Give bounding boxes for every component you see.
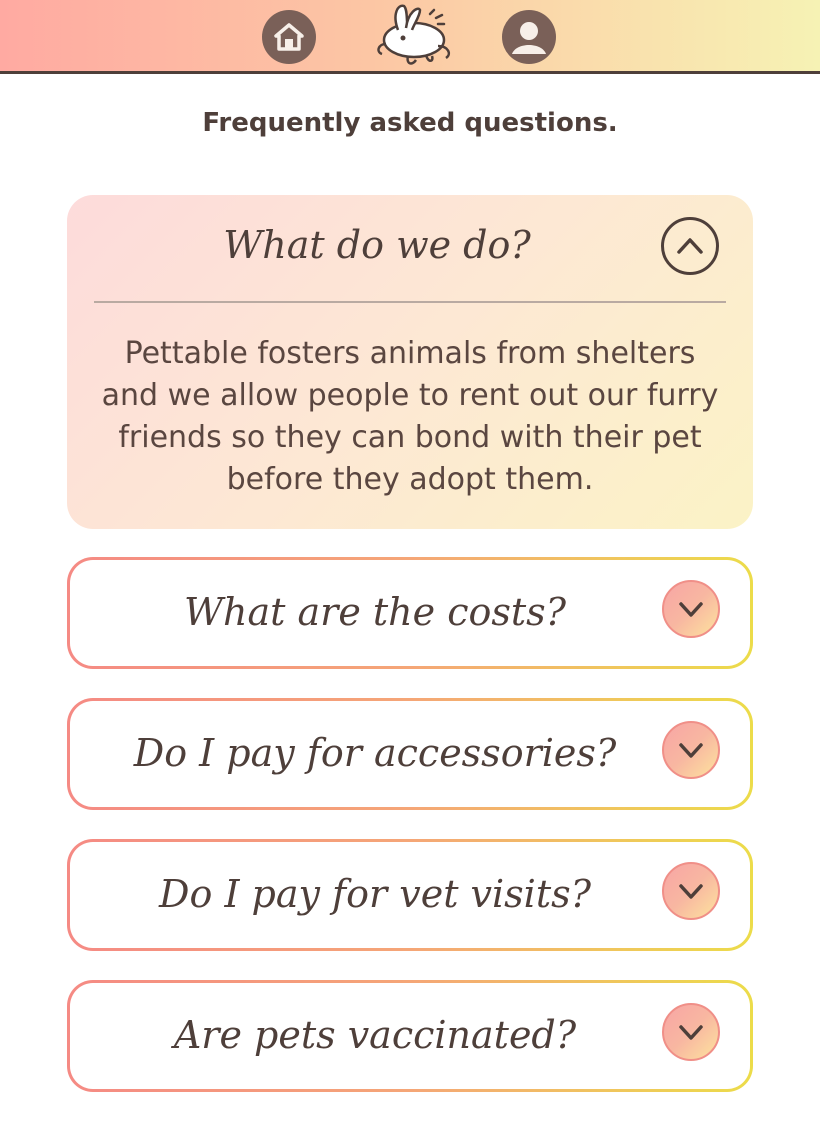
expand-button[interactable] — [662, 721, 720, 779]
bunny-logo-icon — [377, 4, 450, 65]
faq-item[interactable]: Do I pay for accessories? — [67, 698, 753, 810]
faq-question[interactable]: What do we do? — [67, 223, 687, 267]
home-button[interactable] — [262, 10, 316, 64]
chevron-down-icon — [679, 602, 703, 617]
user-icon — [512, 22, 546, 54]
expand-button[interactable] — [662, 580, 720, 638]
faq-question: Are pets vaccinated? — [173, 1013, 577, 1057]
divider — [94, 301, 726, 303]
profile-button[interactable] — [502, 10, 556, 64]
page-title: Frequently asked questions. — [202, 108, 618, 138]
faq-item[interactable]: Do I pay for vet visits? — [67, 839, 753, 951]
faq-question: What are the costs? — [183, 590, 567, 634]
home-icon — [274, 23, 304, 51]
chevron-down-icon — [679, 743, 703, 758]
faq-answer: Pettable fosters animals from shelters a… — [101, 336, 719, 497]
bunny-logo-button[interactable] — [368, 0, 460, 70]
expand-button[interactable] — [662, 1003, 720, 1061]
faq-item[interactable]: What are the costs? — [67, 557, 753, 669]
chevron-up-icon — [677, 238, 703, 254]
expand-button[interactable] — [662, 862, 720, 920]
faq-item[interactable]: Are pets vaccinated? — [67, 980, 753, 1092]
chevron-down-icon — [679, 1025, 703, 1040]
collapse-button[interactable] — [661, 217, 719, 275]
top-navigation-bar — [0, 0, 820, 74]
faq-question: Do I pay for accessories? — [133, 731, 617, 775]
chevron-down-icon — [679, 884, 703, 899]
faq-item-expanded: What do we do? Pettable fosters animals … — [67, 195, 753, 529]
faq-question: Do I pay for vet visits? — [159, 872, 591, 916]
